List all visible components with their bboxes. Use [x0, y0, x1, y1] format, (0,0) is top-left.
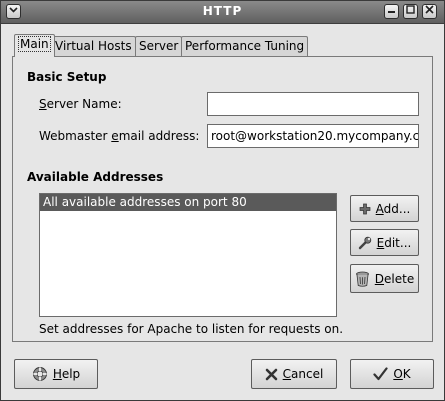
- server-name-field[interactable]: [207, 92, 419, 116]
- tab-main[interactable]: Main: [14, 34, 55, 57]
- maximize-button[interactable]: [403, 4, 418, 19]
- help-mnemonic: H: [52, 367, 62, 381]
- add-label-text: dd...: [383, 201, 411, 216]
- webmaster-email-label: Webmaster email address:: [39, 129, 199, 143]
- delete-label-text: elete: [384, 271, 415, 286]
- tab-server[interactable]: Server: [135, 36, 183, 56]
- webmaster-email-field[interactable]: root@workstation20.mycompany.com: [207, 124, 419, 148]
- help-lifebuoy-icon: [32, 366, 48, 382]
- plus-icon: [359, 203, 371, 215]
- trash-icon: [355, 271, 370, 287]
- add-button-label: Add...: [376, 202, 411, 216]
- available-addresses-heading: Available Addresses: [27, 170, 164, 184]
- help-button-label: Help: [53, 367, 80, 381]
- cancel-mnemonic: C: [282, 367, 292, 381]
- cancel-button[interactable]: Cancel: [251, 359, 337, 389]
- cancel-label-text: ancel: [291, 367, 324, 381]
- tab-virtual-hosts-label: Virtual Hosts: [55, 39, 132, 53]
- wrench-icon: [358, 236, 372, 250]
- ok-button-label: OK: [393, 367, 410, 381]
- help-label-text: elp: [61, 367, 81, 381]
- minimize-button[interactable]: [384, 4, 399, 19]
- ok-mnemonic: O: [393, 367, 403, 381]
- close-button[interactable]: [422, 4, 437, 19]
- basic-setup-heading: Basic Setup: [27, 70, 107, 84]
- x-icon: [265, 368, 278, 381]
- webmaster-mnemonic: e: [111, 129, 119, 143]
- maximize-icon: [406, 5, 415, 17]
- server-name-mnemonic: S: [39, 97, 47, 111]
- addresses-hint-text: Set addresses for Apache to listen for r…: [39, 322, 344, 336]
- webmaster-label-pre: Webmaster: [39, 129, 112, 143]
- list-item[interactable]: All available addresses on port 80: [40, 194, 336, 211]
- add-button[interactable]: Add...: [350, 195, 419, 222]
- delete-button-label: Delete: [375, 272, 414, 286]
- minimize-icon: [387, 6, 396, 17]
- ok-button[interactable]: OK: [350, 359, 434, 389]
- server-name-label-text: erver Name:: [46, 97, 122, 111]
- edit-button-label: Edit...: [377, 236, 412, 250]
- edit-button[interactable]: Edit...: [350, 229, 419, 256]
- close-icon: [425, 5, 434, 17]
- cancel-button-label: Cancel: [283, 367, 324, 381]
- tab-virtual-hosts[interactable]: Virtual Hosts: [51, 36, 136, 56]
- tab-performance-tuning[interactable]: Performance Tuning: [181, 36, 309, 56]
- help-button[interactable]: Help: [14, 359, 98, 389]
- title-bar[interactable]: HTTP: [1, 1, 444, 24]
- delete-button[interactable]: Delete: [350, 264, 419, 293]
- webmaster-label-post: mail address:: [118, 129, 200, 143]
- http-dialog-window: HTTP Main Virtual Hosts Server Performan…: [0, 0, 445, 401]
- server-name-label: Server Name:: [39, 97, 122, 111]
- tab-server-label: Server: [139, 39, 179, 53]
- tab-performance-tuning-label: Performance Tuning: [185, 39, 305, 53]
- delete-mnemonic: D: [374, 271, 385, 286]
- window-title: HTTP: [202, 4, 243, 18]
- addresses-list[interactable]: All available addresses on port 80: [39, 193, 337, 317]
- edit-label-text: dit...: [384, 235, 412, 250]
- ok-label-text: K: [402, 367, 411, 381]
- checkmark-icon: [373, 367, 388, 381]
- add-mnemonic: A: [375, 201, 384, 216]
- tab-main-label: Main: [18, 36, 51, 52]
